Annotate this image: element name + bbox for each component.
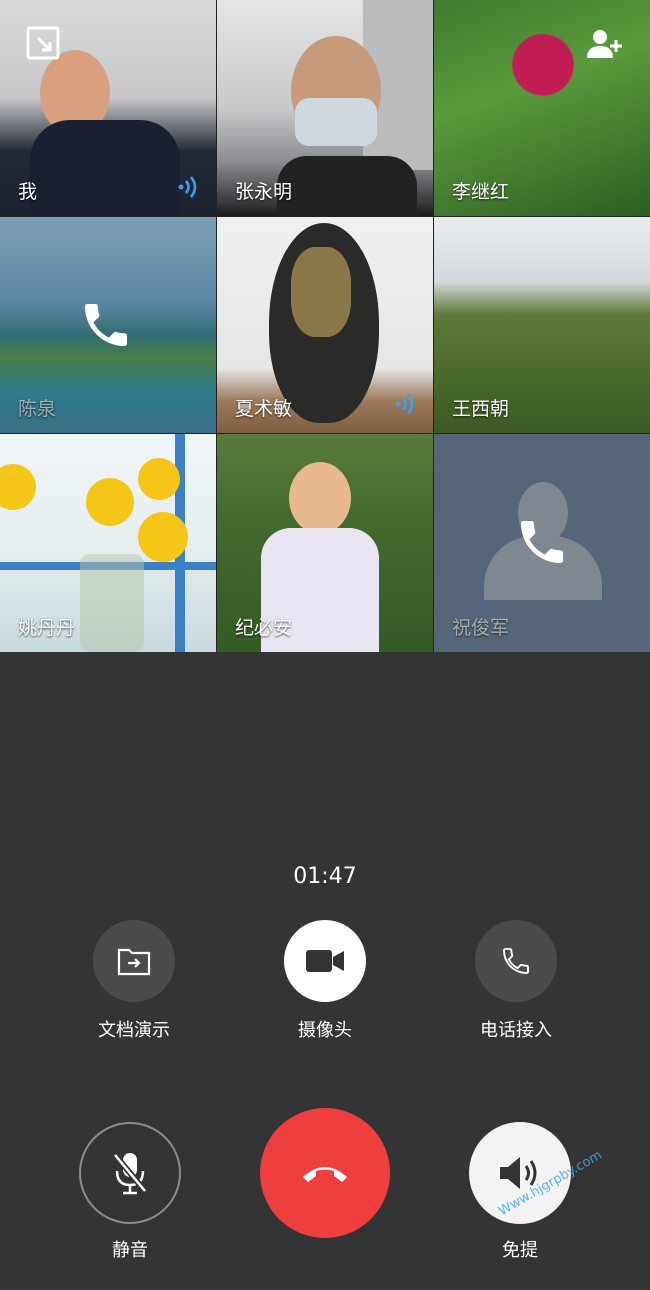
mute-button[interactable]: 静音 <box>76 1122 184 1262</box>
share-document-button[interactable]: 文档演示 <box>78 920 190 1042</box>
camera-button[interactable]: 摄像头 <box>269 920 381 1042</box>
add-person-icon[interactable] <box>586 28 626 66</box>
phone-calling-icon <box>514 514 570 574</box>
phone-calling-icon <box>78 297 134 357</box>
document-share-icon <box>93 920 175 1002</box>
minimize-window-icon[interactable] <box>26 26 60 64</box>
participant-tile[interactable]: 王西朝 <box>434 217 650 433</box>
participant-avatar <box>277 36 417 216</box>
participant-name: 姚丹丹 <box>18 617 76 639</box>
hang-up-icon <box>260 1108 390 1238</box>
camera-label: 摄像头 <box>298 1020 352 1041</box>
phone-join-label: 电话接入 <box>480 1020 552 1041</box>
video-camera-icon <box>284 920 366 1002</box>
participant-name: 王西朝 <box>452 398 510 420</box>
participant-name: 纪必安 <box>235 617 293 639</box>
mute-label: 静音 <box>112 1240 148 1261</box>
participant-tile[interactable]: 张永明 <box>217 0 433 216</box>
participant-name: 祝俊军 <box>452 617 510 639</box>
participant-grid: 我 张永明 李继红 陈泉 夏术敏 王西朝 姚丹丹 纪必安 祝俊军 <box>0 0 650 652</box>
phone-join-button[interactable]: 电话接入 <box>460 920 572 1042</box>
share-document-label: 文档演示 <box>98 1020 170 1041</box>
hang-up-button[interactable] <box>260 1108 390 1238</box>
participant-name: 张永明 <box>235 181 293 203</box>
speaking-icon <box>176 174 202 204</box>
participant-name: 夏术敏 <box>235 398 293 420</box>
participant-tile[interactable]: 陈泉 <box>0 217 216 433</box>
speaking-icon <box>393 391 419 421</box>
speaker-label: 免提 <box>502 1240 538 1261</box>
participant-tile[interactable]: 祝俊军 <box>434 434 650 652</box>
call-duration: 01:47 <box>293 864 357 889</box>
participant-tile[interactable]: 夏术敏 <box>217 217 433 433</box>
participant-name: 我 <box>18 181 38 203</box>
participant-name: 李继红 <box>452 181 510 203</box>
participant-avatar <box>30 50 180 216</box>
participant-tile[interactable]: 纪必安 <box>217 434 433 652</box>
participant-tile[interactable]: 姚丹丹 <box>0 434 216 652</box>
participant-name: 陈泉 <box>18 398 57 420</box>
phone-icon <box>475 920 557 1002</box>
mic-off-icon <box>79 1122 181 1224</box>
